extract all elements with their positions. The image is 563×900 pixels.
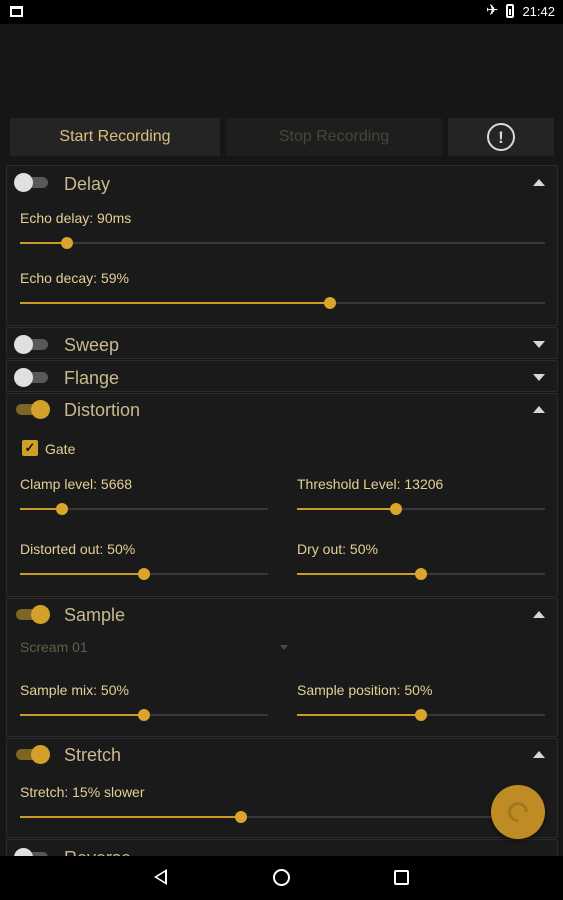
- sweep-panel[interactable]: Sweep: [6, 327, 558, 359]
- gate-checkbox[interactable]: ✓: [22, 440, 38, 456]
- clamp-level-label: Clamp level: 5668: [20, 476, 133, 492]
- stretch-label: Stretch: 15% slower: [20, 784, 145, 800]
- sample-select-value: Scream 01: [20, 639, 88, 655]
- airplane-mode-icon: ✈: [485, 2, 499, 19]
- distortion-toggle[interactable]: [14, 399, 50, 419]
- delay-collapse-chevron-icon[interactable]: [533, 179, 545, 186]
- echo-delay-slider[interactable]: [20, 237, 545, 249]
- start-recording-button[interactable]: Start Recording: [10, 118, 220, 156]
- stretch-title: Stretch: [64, 745, 122, 765]
- dropdown-caret-icon: [280, 645, 288, 650]
- recents-icon[interactable]: [394, 870, 409, 885]
- app-content: Start Recording Stop Recording ! Delay E…: [0, 24, 563, 856]
- sample-collapse-chevron-icon[interactable]: [533, 611, 545, 618]
- reverse-panel[interactable]: Reverse: [6, 839, 558, 856]
- distorted-out-slider[interactable]: [20, 568, 268, 580]
- threshold-level-slider[interactable]: [297, 503, 545, 515]
- recording-toolbar: Start Recording Stop Recording !: [10, 118, 554, 156]
- sample-mix-label: Sample mix: 50%: [20, 682, 129, 698]
- dry-out-label: Dry out: 50%: [297, 541, 378, 557]
- delay-toggle[interactable]: [14, 172, 50, 192]
- gate-label: Gate: [45, 441, 76, 457]
- refresh-icon: [503, 797, 533, 827]
- sample-position-label: Sample position: 50%: [297, 682, 433, 698]
- stretch-panel: Stretch Stretch: 15% slower: [6, 738, 558, 838]
- sweep-expand-chevron-icon[interactable]: [533, 341, 545, 348]
- echo-decay-label: Echo decay: 59%: [20, 270, 129, 286]
- back-icon[interactable]: [154, 869, 167, 885]
- navigation-bar: [0, 856, 563, 900]
- sweep-title: Sweep: [64, 335, 120, 355]
- status-bar: ✈ 21:42: [0, 0, 563, 24]
- flange-title: Flange: [64, 368, 120, 388]
- delay-panel: Delay Echo delay: 90ms Echo decay: 59%: [6, 165, 558, 326]
- sweep-toggle[interactable]: [14, 334, 50, 354]
- threshold-level-label: Threshold Level: 13206: [297, 476, 444, 492]
- sample-title: Sample: [64, 605, 126, 625]
- stretch-collapse-chevron-icon[interactable]: [533, 751, 545, 758]
- sample-panel: Sample Scream 01 Sample mix: 50% Sample …: [6, 598, 558, 737]
- reverse-title: Reverse: [64, 848, 131, 856]
- echo-delay-label: Echo delay: 90ms: [20, 210, 132, 226]
- clamp-level-slider[interactable]: [20, 503, 268, 515]
- refresh-fab-button[interactable]: [491, 785, 545, 839]
- home-icon[interactable]: [273, 869, 290, 886]
- stretch-slider[interactable]: [20, 811, 545, 823]
- info-button[interactable]: !: [448, 118, 554, 156]
- stretch-toggle[interactable]: [14, 744, 50, 764]
- status-time: 21:42: [522, 3, 555, 19]
- sample-position-slider[interactable]: [297, 709, 545, 721]
- distortion-title: Distortion: [64, 400, 141, 420]
- stop-recording-button[interactable]: Stop Recording: [226, 118, 442, 156]
- reverse-toggle[interactable]: [14, 847, 50, 856]
- battery-icon: [506, 4, 515, 18]
- sample-select[interactable]: Scream 01: [20, 637, 288, 659]
- sample-mix-slider[interactable]: [20, 709, 268, 721]
- sample-toggle[interactable]: [14, 604, 50, 624]
- screenshot-notification-icon: [10, 6, 23, 17]
- delay-title: Delay: [64, 174, 111, 194]
- dry-out-slider[interactable]: [297, 568, 545, 580]
- echo-decay-slider[interactable]: [20, 297, 545, 309]
- distortion-collapse-chevron-icon[interactable]: [533, 406, 545, 413]
- distortion-panel: Distortion ✓ Gate Clamp level: 5668 Thre…: [6, 393, 558, 597]
- exclamation-circle-icon: !: [487, 123, 515, 151]
- distorted-out-label: Distorted out: 50%: [20, 541, 136, 557]
- flange-expand-chevron-icon[interactable]: [533, 374, 545, 381]
- flange-panel[interactable]: Flange: [6, 360, 558, 392]
- flange-toggle[interactable]: [14, 367, 50, 387]
